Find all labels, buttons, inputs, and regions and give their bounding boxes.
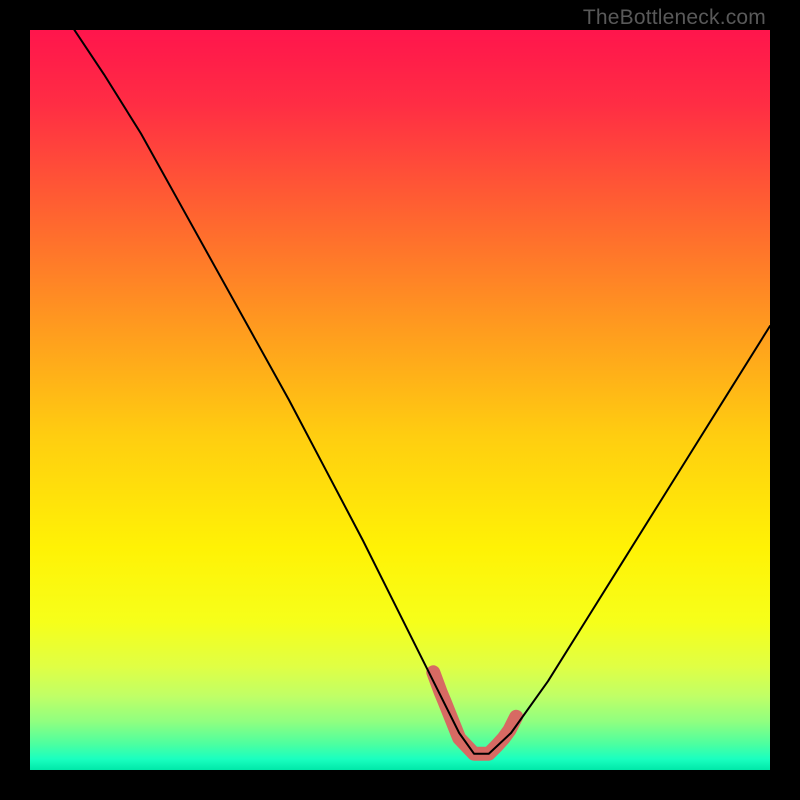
plot-area [30, 30, 770, 770]
background-gradient [30, 30, 770, 770]
chart-frame: TheBottleneck.com [0, 0, 800, 800]
watermark-text: TheBottleneck.com [583, 6, 766, 30]
